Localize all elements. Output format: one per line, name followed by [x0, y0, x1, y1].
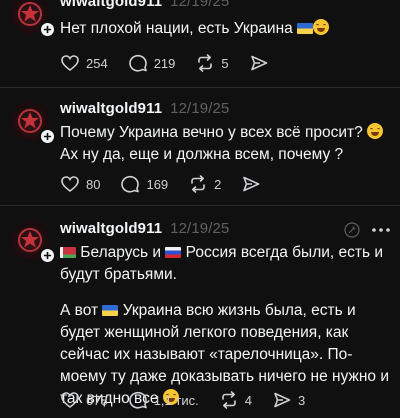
- username[interactable]: wiwaltgold911: [60, 0, 162, 10]
- repost-icon: [198, 54, 213, 72]
- post-header: wiwaltgold911 12/19/25: [60, 0, 229, 10]
- repost-count: 4: [244, 392, 252, 408]
- post-1: wiwaltgold911 12/19/25 Нет плохой нации, …: [0, 0, 400, 86]
- flag-belarus-icon: [60, 247, 76, 258]
- heart-icon: [61, 55, 79, 72]
- avatar[interactable]: [10, 220, 56, 264]
- like-count: 678: [86, 392, 108, 408]
- comment-icon: [128, 54, 147, 72]
- flag-russia-icon: [165, 247, 182, 258]
- post-text-segment: А вот: [60, 302, 103, 319]
- reply-button[interactable]: 219: [128, 53, 176, 73]
- reply-button[interactable]: 169: [120, 174, 168, 194]
- like-count: 80: [86, 176, 101, 192]
- username[interactable]: wiwaltgold911: [60, 220, 162, 237]
- post-actions: 254 219 5: [60, 53, 295, 73]
- post-date: 12/19/25: [170, 0, 230, 10]
- reply-count: 219: [153, 55, 176, 71]
- post-3: wiwaltgold911 12/19/25 Беларусь и Россия …: [0, 206, 400, 418]
- share-button[interactable]: [249, 53, 275, 73]
- share-button[interactable]: [241, 174, 267, 194]
- repost-count: 2: [214, 176, 222, 192]
- grin-emoji-icon: [367, 123, 384, 139]
- heart-icon: [61, 392, 79, 409]
- post-header: wiwaltgold911 12/19/25: [60, 100, 229, 117]
- repost-count: 5: [221, 55, 229, 71]
- share-icon: [243, 176, 260, 192]
- follow-plus-icon[interactable]: [39, 128, 56, 145]
- like-button[interactable]: 254: [60, 53, 108, 73]
- share-count: 3: [297, 392, 306, 408]
- post-text: Нет плохой нации, есть Украина: [60, 18, 390, 40]
- grin-emoji-icon: [313, 19, 330, 35]
- post-date: 12/19/25: [170, 100, 230, 117]
- follow-plus-icon[interactable]: [39, 247, 56, 264]
- post-actions: 80 169 2: [60, 174, 287, 194]
- post-text: Почему Украина вечно у всех всё просит? …: [60, 122, 390, 166]
- username[interactable]: wiwaltgold911: [60, 100, 162, 117]
- flag-ukraine-icon: [102, 305, 119, 316]
- post-text-segment: Беларусь и: [76, 244, 166, 261]
- comment-icon: [121, 175, 140, 193]
- post-text-line: Нет плохой нации, есть Украина: [60, 20, 298, 37]
- post-text: Беларусь и Россия всегда были, есть и бу…: [60, 242, 390, 410]
- like-button[interactable]: 80: [60, 174, 100, 194]
- avatar[interactable]: [10, 0, 56, 38]
- repost-icon: [221, 391, 236, 409]
- follow-plus-icon[interactable]: [39, 21, 56, 38]
- like-count: 254: [86, 55, 108, 71]
- heart-icon: [61, 176, 79, 193]
- share-icon: [274, 392, 291, 408]
- post-2: wiwaltgold911 12/19/25 Почему Украина веч…: [0, 88, 400, 200]
- flag-ukraine-icon: [297, 23, 314, 34]
- share-icon: [250, 55, 267, 71]
- reply-count: 169: [146, 176, 169, 192]
- reply-count: 1,1 тис.: [153, 392, 199, 408]
- repost-button[interactable]: 4: [219, 390, 252, 410]
- avatar[interactable]: [10, 101, 56, 145]
- comment-icon: [128, 391, 147, 409]
- share-button[interactable]: 3: [272, 390, 305, 410]
- post-date: 12/19/25: [170, 220, 230, 237]
- post-text-line: Ах ну да, еще и должна всем, почему ?: [60, 146, 344, 163]
- like-button[interactable]: 678: [60, 390, 108, 410]
- repost-button[interactable]: 2: [188, 174, 221, 194]
- reply-button[interactable]: 1,1 тис.: [128, 390, 199, 410]
- post-header: wiwaltgold911 12/19/25: [60, 220, 229, 237]
- post-actions: 678 1,1 тис. 4 3: [60, 390, 325, 410]
- edit-icon[interactable]: [344, 222, 360, 238]
- repost-button[interactable]: 5: [195, 53, 229, 73]
- post-text-line: Почему Украина вечно у всех всё просит?: [60, 124, 368, 141]
- repost-icon: [191, 175, 205, 193]
- more-icon[interactable]: [370, 222, 392, 238]
